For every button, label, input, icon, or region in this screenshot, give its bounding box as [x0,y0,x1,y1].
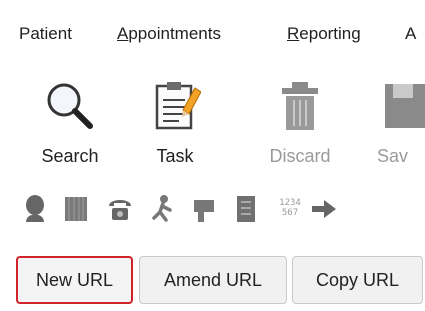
quick-icon-row: 1234 567 [0,188,425,232]
new-url-button[interactable]: New URL [16,256,133,304]
save-button[interactable]: Sav [375,70,425,180]
document-icon[interactable] [232,194,260,224]
discard-label: Discard [269,146,331,166]
menu-reporting[interactable]: Reporting [287,24,361,44]
stick-figure-icon[interactable] [148,194,176,224]
menu-patient[interactable]: Patient [19,24,72,44]
copy-url-button[interactable]: Copy URL [292,256,423,304]
menu-overflow[interactable]: A [405,24,416,44]
search-label: Search [41,146,99,166]
url-tabs: New URL Amend URL Copy URL [0,252,425,308]
search-icon [44,80,96,137]
search-button[interactable]: Search [25,70,115,180]
barcode-icon[interactable] [62,194,90,224]
trash-icon [278,80,322,137]
arrow-right-icon[interactable] [310,194,338,224]
phone-icon[interactable] [106,194,134,224]
save-icon [383,80,425,137]
save-label: Sav [377,146,409,166]
toolbar: Search Task Discard Sav [0,70,425,180]
menu-bar: Patient Appointments Reporting A [0,0,425,70]
menu-appointments[interactable]: Appointments [117,24,221,44]
flag-icon[interactable] [190,194,218,224]
discard-button[interactable]: Discard [255,70,345,180]
person-icon[interactable] [20,194,48,224]
amend-url-button[interactable]: Amend URL [139,256,287,304]
number-pad-icon[interactable]: 1234 567 [276,194,304,224]
task-label: Task [156,146,194,166]
task-icon [149,80,202,137]
task-button[interactable]: Task [130,70,220,180]
